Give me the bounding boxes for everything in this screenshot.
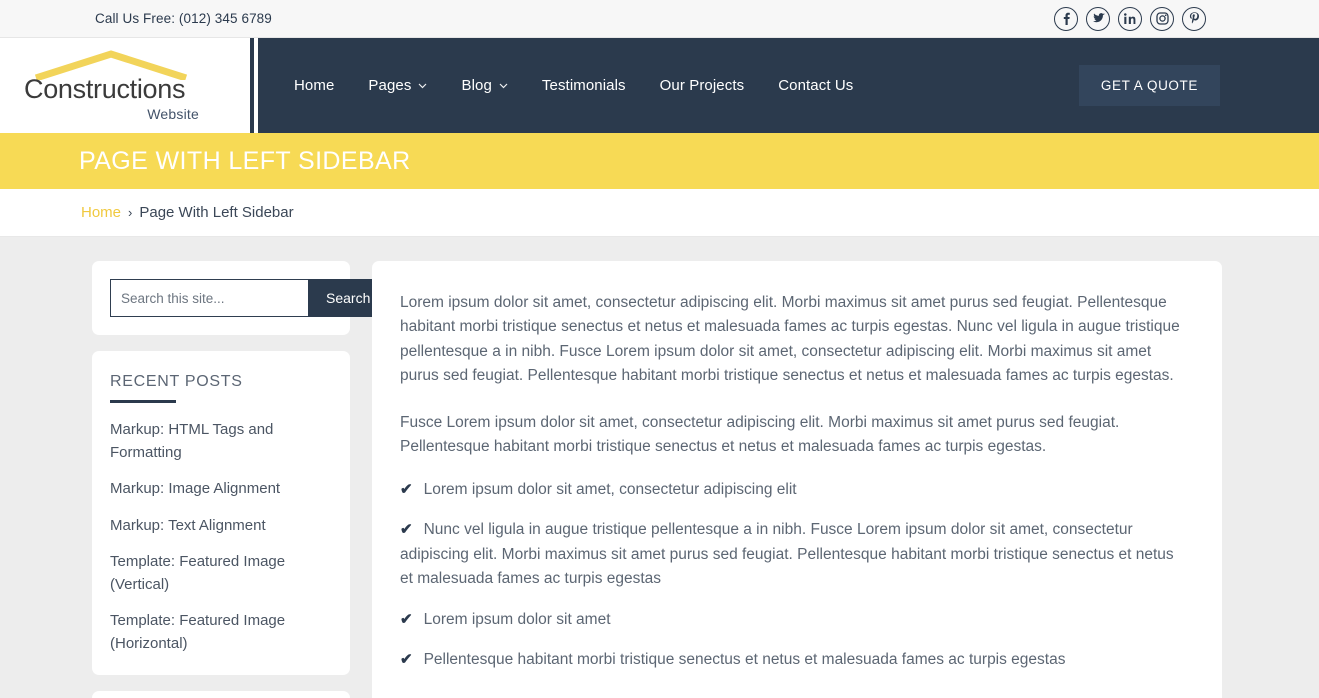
check-icon: ✔ bbox=[400, 651, 413, 669]
list-item-text: Pellentesque habitant morbi tristique se… bbox=[423, 651, 1066, 669]
title-underline bbox=[110, 400, 176, 403]
paragraph: Lorem ipsum dolor sit amet, consectetur … bbox=[400, 294, 1180, 385]
main-navigation: Home Pages Blog Testimonials Our Project… bbox=[258, 38, 1319, 133]
twitter-icon[interactable] bbox=[1086, 6, 1110, 31]
phone-text: Call Us Free: (012) 345 6789 bbox=[95, 11, 272, 26]
recent-posts-widget: RECENT POSTS Markup: HTML Tags and Forma… bbox=[92, 351, 350, 675]
recent-comments-widget: RECENT COMMENTS bbox=[92, 691, 350, 698]
nav-label: Testimonials bbox=[541, 77, 626, 94]
instagram-icon[interactable] bbox=[1150, 6, 1174, 31]
list-item-text: Lorem ipsum dolor sit amet, consectetur … bbox=[423, 480, 797, 498]
nav-list: Home Pages Blog Testimonials Our Project… bbox=[294, 77, 853, 94]
list-item[interactable]: Markup: Image Alignment bbox=[110, 478, 332, 501]
list-item-text: Lorem ipsum dolor sit amet bbox=[423, 610, 611, 628]
check-icon: ✔ bbox=[400, 480, 413, 498]
search-form: Search bbox=[110, 279, 389, 317]
nav-label: Home bbox=[294, 77, 335, 94]
list-item: ✔ Lorem ipsum dolor sit amet bbox=[400, 608, 1190, 632]
list-item[interactable]: Template: Featured Image (Horizontal) bbox=[110, 610, 332, 655]
search-input[interactable] bbox=[110, 279, 308, 317]
chevron-down-icon bbox=[419, 83, 427, 88]
logo-sub-text: Website bbox=[147, 105, 199, 122]
check-icon: ✔ bbox=[400, 521, 413, 539]
check-icon: ✔ bbox=[400, 610, 413, 628]
pinterest-icon[interactable] bbox=[1182, 6, 1206, 31]
page-body: Search RECENT POSTS Markup: HTML Tags an… bbox=[0, 237, 1319, 698]
list-item: ✔ Pellentesque habitant morbi tristique s… bbox=[400, 648, 1190, 672]
paragraph: Fusce Lorem ipsum dolor sit amet, consec… bbox=[400, 413, 1120, 456]
facebook-icon[interactable] bbox=[1054, 6, 1078, 31]
breadcrumb-home-link[interactable]: Home bbox=[81, 204, 121, 221]
logo-main-text: Constructions bbox=[24, 73, 186, 104]
page-title: PAGE WITH LEFT SIDEBAR bbox=[79, 146, 411, 175]
breadcrumb: Home › Page With Left Sidebar bbox=[0, 189, 1319, 237]
nav-item-contact-us[interactable]: Contact Us bbox=[778, 77, 853, 94]
list-item[interactable]: Markup: HTML Tags and Formatting bbox=[110, 419, 332, 464]
sidebar: Search RECENT POSTS Markup: HTML Tags an… bbox=[92, 261, 389, 698]
get-a-quote-button[interactable]: GET A QUOTE bbox=[1078, 65, 1220, 106]
nav-item-blog[interactable]: Blog bbox=[461, 77, 508, 94]
nav-item-testimonials[interactable]: Testimonials bbox=[542, 77, 626, 94]
page-banner: PAGE WITH LEFT SIDEBAR bbox=[0, 133, 1319, 189]
nav-item-our-projects[interactable]: Our Projects bbox=[660, 77, 745, 94]
breadcrumb-separator: › bbox=[128, 205, 133, 220]
list-item[interactable]: Markup: Text Alignment bbox=[110, 515, 332, 538]
nav-label: Blog bbox=[461, 77, 492, 94]
recent-posts-title: RECENT POSTS bbox=[110, 373, 243, 390]
nav-label: Contact Us bbox=[778, 77, 854, 94]
top-bar: Call Us Free: (012) 345 6789 bbox=[0, 0, 1319, 38]
nav-label: Pages bbox=[368, 77, 412, 94]
social-links bbox=[1054, 6, 1206, 31]
nav-item-pages[interactable]: Pages bbox=[368, 77, 427, 94]
logo[interactable]: Constructions Website bbox=[0, 38, 250, 133]
nav-label: Our Projects bbox=[659, 77, 745, 94]
linkedin-icon[interactable] bbox=[1118, 6, 1142, 31]
main-content: Lorem ipsum dolor sit amet, consectetur … bbox=[372, 261, 1222, 698]
check-list: ✔ Lorem ipsum dolor sit amet, consectetur… bbox=[400, 478, 1190, 673]
list-item: ✔ Nunc vel ligula in augue tristique pell… bbox=[400, 518, 1190, 591]
list-item-text: Nunc vel ligula in augue tristique pelle… bbox=[400, 521, 1174, 588]
breadcrumb-current: Page With Left Sidebar bbox=[139, 204, 294, 221]
site-header: Constructions Website Home Pages Blog Te… bbox=[0, 38, 1319, 133]
list-item: ✔ Lorem ipsum dolor sit amet, consectetur… bbox=[400, 478, 1190, 502]
chevron-down-icon bbox=[499, 83, 508, 88]
nav-item-home[interactable]: Home bbox=[294, 77, 334, 94]
list-item[interactable]: Template: Featured Image (Vertical) bbox=[110, 551, 332, 596]
search-widget: Search bbox=[92, 261, 389, 335]
